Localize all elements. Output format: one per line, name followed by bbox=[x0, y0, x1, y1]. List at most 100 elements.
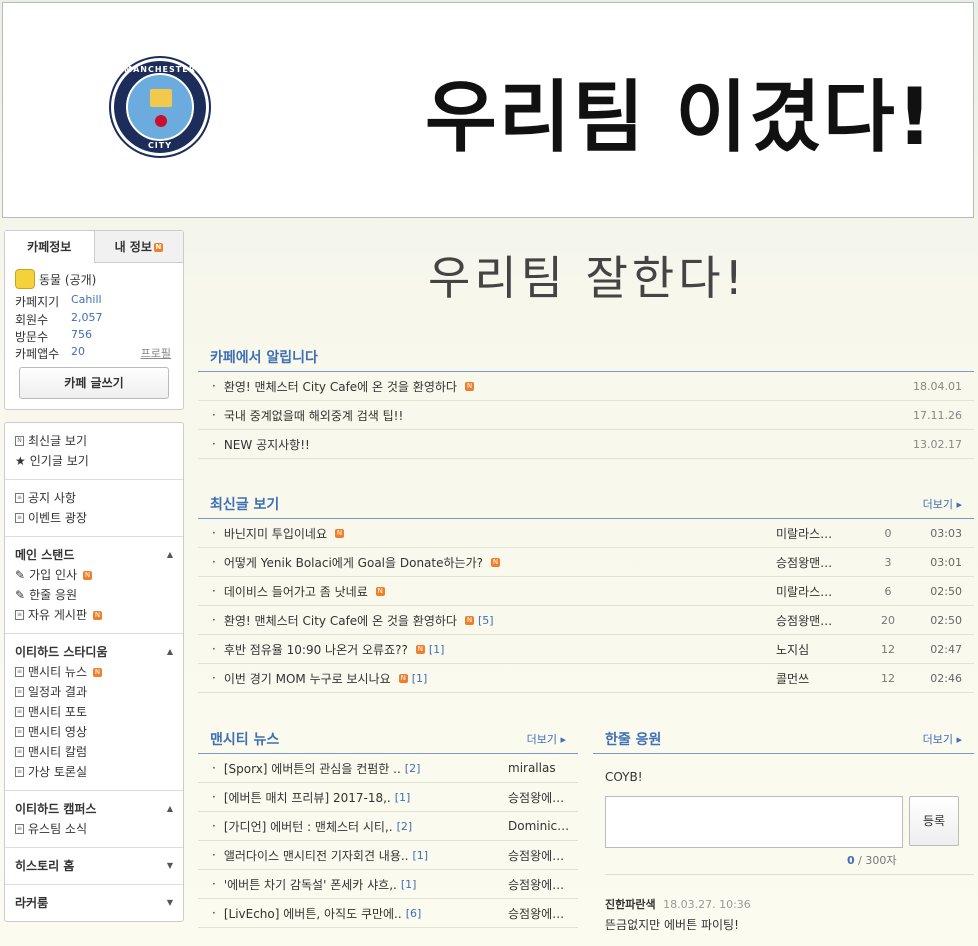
category-icon bbox=[15, 269, 35, 289]
comment-count[interactable]: [1] bbox=[401, 878, 417, 891]
profile-link[interactable]: 프로필 bbox=[141, 345, 171, 361]
sidebar-item-debate[interactable]: ≡ 가상 토론실 bbox=[15, 762, 173, 782]
cheer-input[interactable] bbox=[605, 796, 903, 848]
comment-count[interactable]: [5] bbox=[478, 614, 494, 627]
post-author[interactable]: 승점왕에… bbox=[508, 789, 570, 806]
sidebar-item-cheer[interactable]: ✎ 한줄 응원 bbox=[15, 585, 173, 605]
news-row[interactable]: · [Sporx] 에버튼의 관심을 컨펌한 .. [2] mirallas bbox=[198, 754, 578, 783]
news-row[interactable]: · '에버튼 차기 감독설' 폰세카 샤흐,. [1] 승점왕에… bbox=[198, 870, 578, 899]
sidebar-item-video[interactable]: ≡ 맨시티 영상 bbox=[15, 722, 173, 742]
latest-row[interactable]: · 이번 경기 MOM 누구로 보시나요 N [1] 콜먼쓰 12 02:46 bbox=[198, 664, 974, 693]
board-icon: ≡ bbox=[15, 513, 24, 523]
post-time: 02:50 bbox=[930, 584, 962, 598]
new-badge-icon: N bbox=[464, 615, 474, 625]
cheer-more-link[interactable]: 더보기 ▸ bbox=[923, 731, 962, 747]
latest-row[interactable]: · 바닌지미 투입이네요 N 미랄라스… 0 03:03 bbox=[198, 519, 974, 548]
stat-members: 회원수 2,057 bbox=[15, 311, 103, 327]
comment-count[interactable]: [1] bbox=[395, 791, 411, 804]
write-post-button[interactable]: 카페 글쓰기 bbox=[19, 367, 169, 399]
sidebar-section-campus[interactable]: 이티하드 캠퍼스 ▲ bbox=[15, 799, 173, 819]
news-title[interactable]: 맨시티 뉴스 bbox=[210, 729, 279, 749]
cheer-title[interactable]: 한줄 응원 bbox=[605, 729, 661, 749]
post-author[interactable]: 미랄라스… bbox=[776, 525, 844, 542]
comment-count[interactable]: [2] bbox=[405, 762, 421, 775]
pencil-icon: ✎ bbox=[15, 568, 26, 582]
star-icon: ★ bbox=[15, 454, 26, 468]
latest-row[interactable]: · 후반 점유율 10:90 나온거 오류죠?? N [1] 노지심 12 02:47 bbox=[198, 635, 974, 664]
char-counter: 0 / 300자 bbox=[847, 854, 897, 867]
view-count: 20 bbox=[881, 613, 895, 627]
news-row[interactable]: · 앨러다이스 맨시티전 기자회견 내용.. [1] 승점왕에… bbox=[198, 841, 578, 870]
notice-title[interactable]: 카페에서 알립니다 bbox=[210, 347, 318, 367]
sidebar-item-news[interactable]: ≡ 맨시티 뉴스 N bbox=[15, 662, 173, 682]
sidebar-item-join[interactable]: ✎ 가입 인사 N bbox=[15, 565, 173, 585]
sidebar-section-locker[interactable]: 라커룸 ▼ bbox=[15, 893, 173, 913]
stat-app: 카페앱수 20 bbox=[15, 345, 85, 361]
post-author[interactable]: 승점왕에… bbox=[508, 905, 570, 922]
post-author[interactable]: 콜먼쓰 bbox=[776, 670, 844, 687]
news-row[interactable]: · [에버튼 매치 프리뷰] 2017-18,. [1] 승점왕에… bbox=[198, 783, 578, 812]
latest-more-link[interactable]: 더보기 ▸ bbox=[923, 496, 962, 512]
notice-row[interactable]: · 환영! 맨체스터 City Cafe에 온 것을 환영하다 N 18.04.01 bbox=[198, 372, 974, 401]
post-author[interactable]: mirallas bbox=[508, 761, 570, 775]
board-icon: ≡ bbox=[15, 707, 24, 717]
latest-row[interactable]: · 환영! 맨체스터 City Cafe에 온 것을 환영하다 N [5] 승점왕맨… 2… bbox=[198, 606, 974, 635]
notice-row[interactable]: · NEW 공지사항!! 13.02.17 bbox=[198, 430, 974, 459]
sidebar-item-photo[interactable]: ≡ 맨시티 포토 bbox=[15, 702, 173, 722]
sidebar-item-latest[interactable]: N 최신글 보기 bbox=[15, 431, 173, 451]
tab-cafe-info[interactable]: 카페정보 bbox=[5, 231, 95, 263]
sidebar-section-main[interactable]: 메인 스탠드 ▲ bbox=[15, 545, 173, 565]
comment-count[interactable]: [1] bbox=[412, 672, 428, 685]
caret-up-icon: ▲ bbox=[166, 804, 173, 813]
news-section: 맨시티 뉴스 더보기 ▸ · [Sporx] 에버튼의 관심을 컨펌한 .. [2] m… bbox=[198, 724, 578, 928]
sidebar-item-event[interactable]: ≡ 이벤트 광장 bbox=[15, 508, 173, 528]
new-badge-icon: N bbox=[464, 381, 474, 391]
caret-down-icon: ▼ bbox=[166, 898, 173, 907]
view-count: 0 bbox=[884, 526, 892, 540]
comment-count[interactable]: [1] bbox=[413, 849, 429, 862]
sidebar-item-notice[interactable]: ≡ 공지 사항 bbox=[15, 488, 173, 508]
latest-row[interactable]: · 데이비스 들어가고 좀 낫네료 N 미랄라스… 6 02:50 bbox=[198, 577, 974, 606]
cafe-banner: MANCHESTER CITY 우리팀 이겼다! bbox=[2, 2, 974, 218]
comment-author[interactable]: 진한파란색 bbox=[605, 898, 656, 911]
cafe-info-box: 카페정보 내 정보 N 동물 (공개) 카페지기 Cahill 회원수 2,057 방… bbox=[4, 230, 184, 410]
post-author[interactable]: Dominic… bbox=[508, 819, 570, 833]
notice-row[interactable]: · 국내 중계없을때 해외중계 검색 팁!! 17.11.26 bbox=[198, 401, 974, 430]
board-icon: ≡ bbox=[15, 493, 24, 503]
latest-row[interactable]: · 어떻게 Yenik Bolaci에게 Goal을 Donate하는가? N 승점왕… bbox=[198, 548, 974, 577]
post-author[interactable]: 미랄라스… bbox=[776, 583, 844, 600]
comment-count[interactable]: [2] bbox=[397, 820, 413, 833]
new-badge-icon: N bbox=[153, 243, 163, 252]
view-count: 12 bbox=[881, 642, 895, 656]
comment-meta: 진한파란색 18.03.27. 10:36 bbox=[605, 898, 751, 911]
view-count: 6 bbox=[884, 584, 892, 598]
new-badge-icon: N bbox=[335, 528, 345, 538]
sidebar-item-column[interactable]: ≡ 맨시티 칼럼 bbox=[15, 742, 173, 762]
sidebar-section-history[interactable]: 히스토리 홈 ▼ bbox=[15, 856, 173, 876]
sidebar-item-free[interactable]: ≡ 자유 게시판 N bbox=[15, 605, 173, 625]
tab-my-info[interactable]: 내 정보 N bbox=[94, 231, 183, 263]
sidebar: 카페정보 내 정보 N 동물 (공개) 카페지기 Cahill 회원수 2,057 방… bbox=[4, 230, 184, 922]
news-row[interactable]: · [LivEcho] 에버튼, 아직도 쿠만에.. [6] 승점왕에… bbox=[198, 899, 578, 928]
cafe-category: 동물 (공개) bbox=[15, 269, 96, 289]
register-button[interactable]: 등록 bbox=[909, 796, 959, 846]
latest-section: 최신글 보기 더보기 ▸ · 바닌지미 투입이네요 N 미랄라스… 0 03:03 · 어떻게 … bbox=[198, 489, 974, 693]
post-time: 02:50 bbox=[930, 613, 962, 627]
post-author[interactable]: 승점왕에… bbox=[508, 847, 570, 864]
club-crest-logo: MANCHESTER CITY bbox=[111, 58, 209, 156]
sidebar-item-youth[interactable]: ≡ 유스팀 소식 bbox=[15, 819, 173, 839]
post-author[interactable]: 승점왕맨… bbox=[776, 612, 844, 629]
news-row[interactable]: · [가디언] 에버턴 : 맨체스터 시티,. [2] Dominic… bbox=[198, 812, 578, 841]
latest-title[interactable]: 최신글 보기 bbox=[210, 494, 279, 514]
sidebar-item-popular[interactable]: ★ 인기글 보기 bbox=[15, 451, 173, 471]
sidebar-item-schedule[interactable]: ≡ 일정과 결과 bbox=[15, 682, 173, 702]
news-more-link[interactable]: 더보기 ▸ bbox=[527, 731, 566, 747]
comment-count[interactable]: [6] bbox=[406, 907, 422, 920]
sidebar-section-etihad[interactable]: 이티하드 스타디움 ▲ bbox=[15, 642, 173, 662]
stat-manager: 카페지기 Cahill bbox=[15, 293, 102, 309]
new-badge-icon: N bbox=[83, 570, 93, 580]
post-author[interactable]: 승점왕맨… bbox=[776, 554, 844, 571]
comment-count[interactable]: [1] bbox=[429, 643, 445, 656]
post-author[interactable]: 노지심 bbox=[776, 641, 844, 658]
post-author[interactable]: 승점왕에… bbox=[508, 876, 570, 893]
